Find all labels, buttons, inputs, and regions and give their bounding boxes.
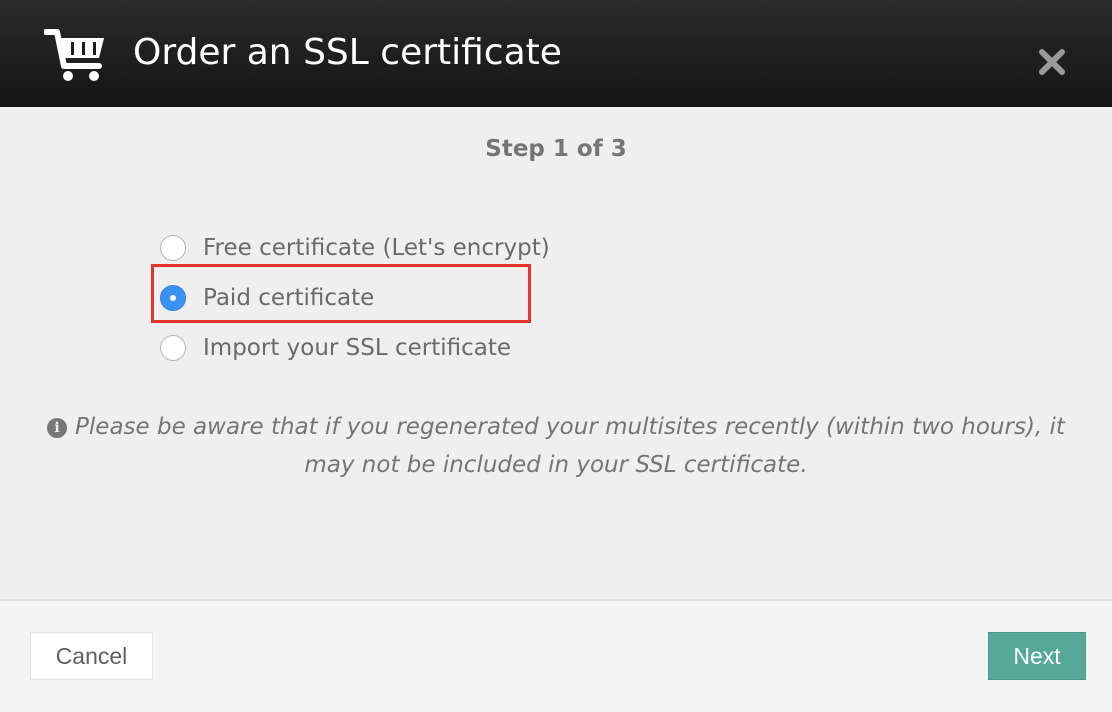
- option-label: Import your SSL certificate: [203, 335, 512, 361]
- dialog-footer: Cancel Next: [0, 599, 1112, 712]
- radio-free-certificate[interactable]: [160, 235, 186, 261]
- shopping-cart-icon: [44, 29, 104, 81]
- selection-highlight-box: [151, 264, 531, 323]
- next-button[interactable]: Next: [988, 632, 1086, 680]
- dialog-header: Order an SSL certificate: [0, 0, 1112, 107]
- option-free-certificate[interactable]: Free certificate (Let's encrypt): [160, 228, 580, 268]
- dialog-title: Order an SSL certificate: [133, 32, 562, 73]
- step-indicator: Step 1 of 3: [485, 136, 627, 162]
- option-import-certificate[interactable]: Import your SSL certificate: [160, 328, 580, 368]
- info-icon: i: [47, 418, 68, 438]
- radio-import-certificate[interactable]: [160, 335, 186, 361]
- close-icon[interactable]: [1036, 46, 1068, 78]
- notice-text: Please be aware that if you regenerated …: [75, 414, 1065, 478]
- cancel-button[interactable]: Cancel: [30, 632, 153, 680]
- option-label: Free certificate (Let's encrypt): [203, 235, 550, 261]
- multisite-notice: i Please be aware that if you regenerated…: [40, 408, 1072, 484]
